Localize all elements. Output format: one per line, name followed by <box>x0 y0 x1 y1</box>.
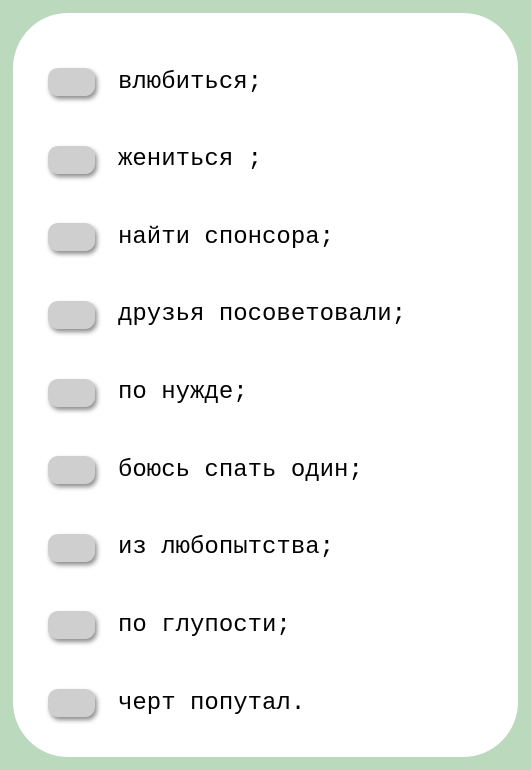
checkbox[interactable] <box>48 223 95 251</box>
item-label: черт попутал. <box>118 690 305 717</box>
checkbox[interactable] <box>48 611 95 639</box>
list-item: черт попутал. <box>48 689 493 717</box>
item-label: друзья посоветовали; <box>118 301 406 328</box>
list-item: по нужде; <box>48 379 493 407</box>
item-label: по глупости; <box>118 612 291 639</box>
list-item: друзья посоветовали; <box>48 301 493 329</box>
checkbox[interactable] <box>48 146 95 174</box>
checkbox[interactable] <box>48 301 95 329</box>
list-item: по глупости; <box>48 611 493 639</box>
checkbox[interactable] <box>48 456 95 484</box>
list-item: боюсь спать один; <box>48 456 493 484</box>
checkbox[interactable] <box>48 68 95 96</box>
list-item: влюбиться; <box>48 68 493 96</box>
checkbox[interactable] <box>48 689 95 717</box>
list-item: из любопытства; <box>48 534 493 562</box>
item-label: найти спонсора; <box>118 224 334 251</box>
item-label: влюбиться; <box>118 69 262 96</box>
list-item: жениться ; <box>48 146 493 174</box>
list-item: найти спонсора; <box>48 223 493 251</box>
checkbox[interactable] <box>48 379 95 407</box>
item-label: жениться ; <box>118 146 262 173</box>
checkbox[interactable] <box>48 534 95 562</box>
card: влюбиться; жениться ; найти спонсора; др… <box>13 13 518 757</box>
item-label: по нужде; <box>118 379 248 406</box>
item-label: боюсь спать один; <box>118 457 363 484</box>
item-label: из любопытства; <box>118 534 334 561</box>
